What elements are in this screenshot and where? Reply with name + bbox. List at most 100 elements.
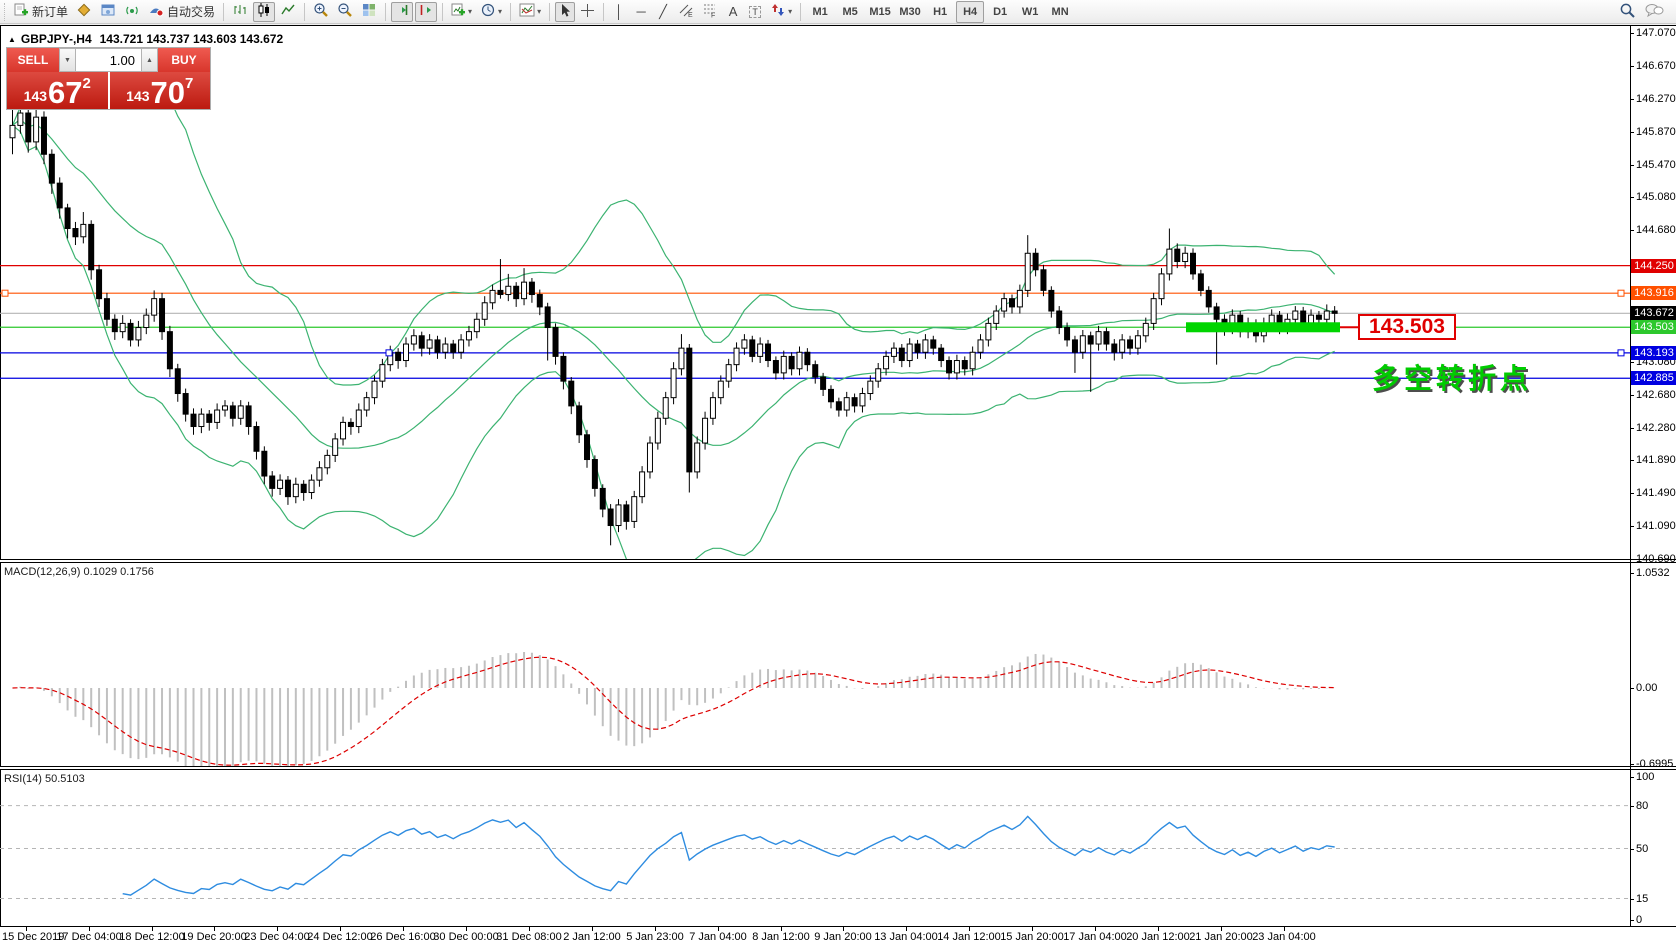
timeframe-button-m30[interactable]: M30 (896, 1, 924, 23)
time-tick-label: 19 Dec 20:00 (181, 931, 246, 943)
channel-button[interactable]: E (675, 2, 697, 22)
line-handle[interactable] (2, 290, 8, 296)
macd-indicator-label: MACD(12,26,9) 0.1029 0.1756 (4, 566, 154, 578)
axis-tick-mark (1631, 899, 1634, 900)
timeframe-button-h1[interactable]: H1 (926, 1, 954, 23)
crosshair-icon (580, 3, 595, 21)
vertical-line-button[interactable]: │ (609, 2, 629, 22)
timeframe-button-h4[interactable]: H4 (956, 1, 984, 23)
sell-price-pip: 2 (83, 72, 91, 92)
auto-scroll-button[interactable] (391, 2, 413, 22)
candle (899, 348, 904, 360)
candlestick-chart-button[interactable] (253, 2, 275, 22)
fibonacci-button[interactable]: F (699, 2, 721, 22)
volume-input[interactable] (76, 48, 141, 72)
chevron-down-icon: ▾ (468, 7, 472, 16)
axis-tick-label: 145.870 (1636, 126, 1676, 138)
candle (758, 344, 763, 356)
new-order-label: 新订单 (32, 3, 68, 20)
candle (364, 398, 369, 410)
new-chart-button[interactable]: ▾ (448, 2, 475, 22)
auto-trading-label: 自动交易 (167, 3, 215, 20)
candle (1088, 336, 1093, 344)
tile-windows-button[interactable] (358, 2, 380, 22)
candle (356, 410, 361, 427)
data-window-button[interactable] (97, 2, 119, 22)
zoom-in-icon (313, 2, 329, 21)
pivot-note-text[interactable]: 多空转折点 (1372, 357, 1532, 397)
cursor-button[interactable] (555, 2, 575, 22)
timeframe-button-m1[interactable]: M1 (806, 1, 834, 23)
timeframe-button-w1[interactable]: W1 (1016, 1, 1044, 23)
candle (545, 307, 550, 328)
candle (191, 414, 196, 426)
strategy-tester-button[interactable] (121, 2, 143, 22)
timeframe-button-d1[interactable]: D1 (986, 1, 1014, 23)
timeframe-button-m15[interactable]: M15 (866, 1, 894, 23)
time-tick-label: 23 Dec 04:00 (244, 931, 309, 943)
buy-price-display[interactable]: 143 70 7 (110, 72, 211, 109)
line-handle[interactable] (1618, 290, 1624, 296)
time-tick-label: 26 Dec 16:00 (370, 931, 435, 943)
timeframe-button-m5[interactable]: M5 (836, 1, 864, 23)
candle (128, 323, 133, 340)
line-chart-button[interactable] (277, 2, 299, 22)
new-order-button[interactable]: 新订单 (11, 2, 71, 22)
sell-button[interactable]: SELL (7, 48, 59, 72)
candle (742, 340, 747, 348)
time-tick-label: 8 Jan 12:00 (752, 931, 810, 943)
macd-pane-canvas[interactable] (0, 563, 1630, 766)
bar-chart-button[interactable] (229, 2, 251, 22)
axis-tick-mark (1631, 573, 1634, 574)
candle (1072, 340, 1077, 352)
arrows-button[interactable]: ▾ (767, 2, 795, 22)
rsi-pane-canvas[interactable] (0, 770, 1630, 926)
indicators-icon (519, 2, 535, 21)
collapse-icon[interactable]: ▲ (8, 35, 16, 44)
main-chart-canvas[interactable] (0, 26, 1630, 559)
search-button[interactable] (1616, 2, 1639, 22)
axis-tick-label: 80 (1636, 800, 1648, 812)
candle (962, 361, 967, 369)
market-watch-button[interactable] (73, 2, 95, 22)
buy-button[interactable]: BUY (158, 48, 210, 72)
chart-shift-button[interactable] (415, 2, 437, 22)
candle (10, 125, 15, 137)
candle (175, 369, 180, 394)
price-level-callout[interactable]: 143.503 (1358, 314, 1456, 340)
auto-trading-button[interactable]: 自动交易 (145, 2, 218, 22)
price-axis[interactable]: 147.070146.670146.270145.870145.470145.0… (1630, 26, 1676, 926)
chat-icon (1644, 2, 1664, 21)
time-axis[interactable]: 15 Dec 201917 Dec 04:0018 Dec 12:0019 De… (0, 926, 1676, 947)
line-handle[interactable] (1618, 350, 1624, 356)
sell-price-display[interactable]: 143 67 2 (7, 72, 108, 109)
text-label-button[interactable]: T (745, 2, 765, 22)
new-order-icon (14, 3, 29, 21)
candle (789, 356, 794, 368)
axis-tick-label: 0 (1636, 914, 1642, 926)
price-badge: 143.193 (1631, 346, 1676, 360)
text-button[interactable]: A (723, 2, 743, 22)
crosshair-button[interactable] (577, 2, 598, 22)
volume-down-button[interactable]: ▼ (59, 48, 76, 72)
macd-signal-line (13, 657, 1335, 765)
horizontal-line-button[interactable]: ─ (631, 2, 651, 22)
axis-tick-mark (1631, 428, 1634, 429)
chat-button[interactable] (1641, 2, 1667, 22)
volume-up-button[interactable]: ▲ (141, 48, 158, 72)
support-highlight-bar[interactable] (1186, 322, 1340, 332)
candle (372, 381, 377, 398)
candle (655, 418, 660, 443)
timeframe-button-mn[interactable]: MN (1046, 1, 1074, 23)
trendline-button[interactable]: ╱ (653, 2, 673, 22)
candle (585, 435, 590, 460)
period-button[interactable]: ▾ (477, 2, 505, 22)
zoom-out-button[interactable] (334, 2, 356, 22)
line-handle[interactable] (386, 350, 392, 356)
candle (254, 427, 259, 452)
indicators-button[interactable]: ▾ (516, 2, 544, 22)
candle (1104, 332, 1109, 344)
channel-icon: E (678, 2, 694, 21)
zoom-in-button[interactable] (310, 2, 332, 22)
time-tick-label: 9 Jan 20:00 (814, 931, 872, 943)
